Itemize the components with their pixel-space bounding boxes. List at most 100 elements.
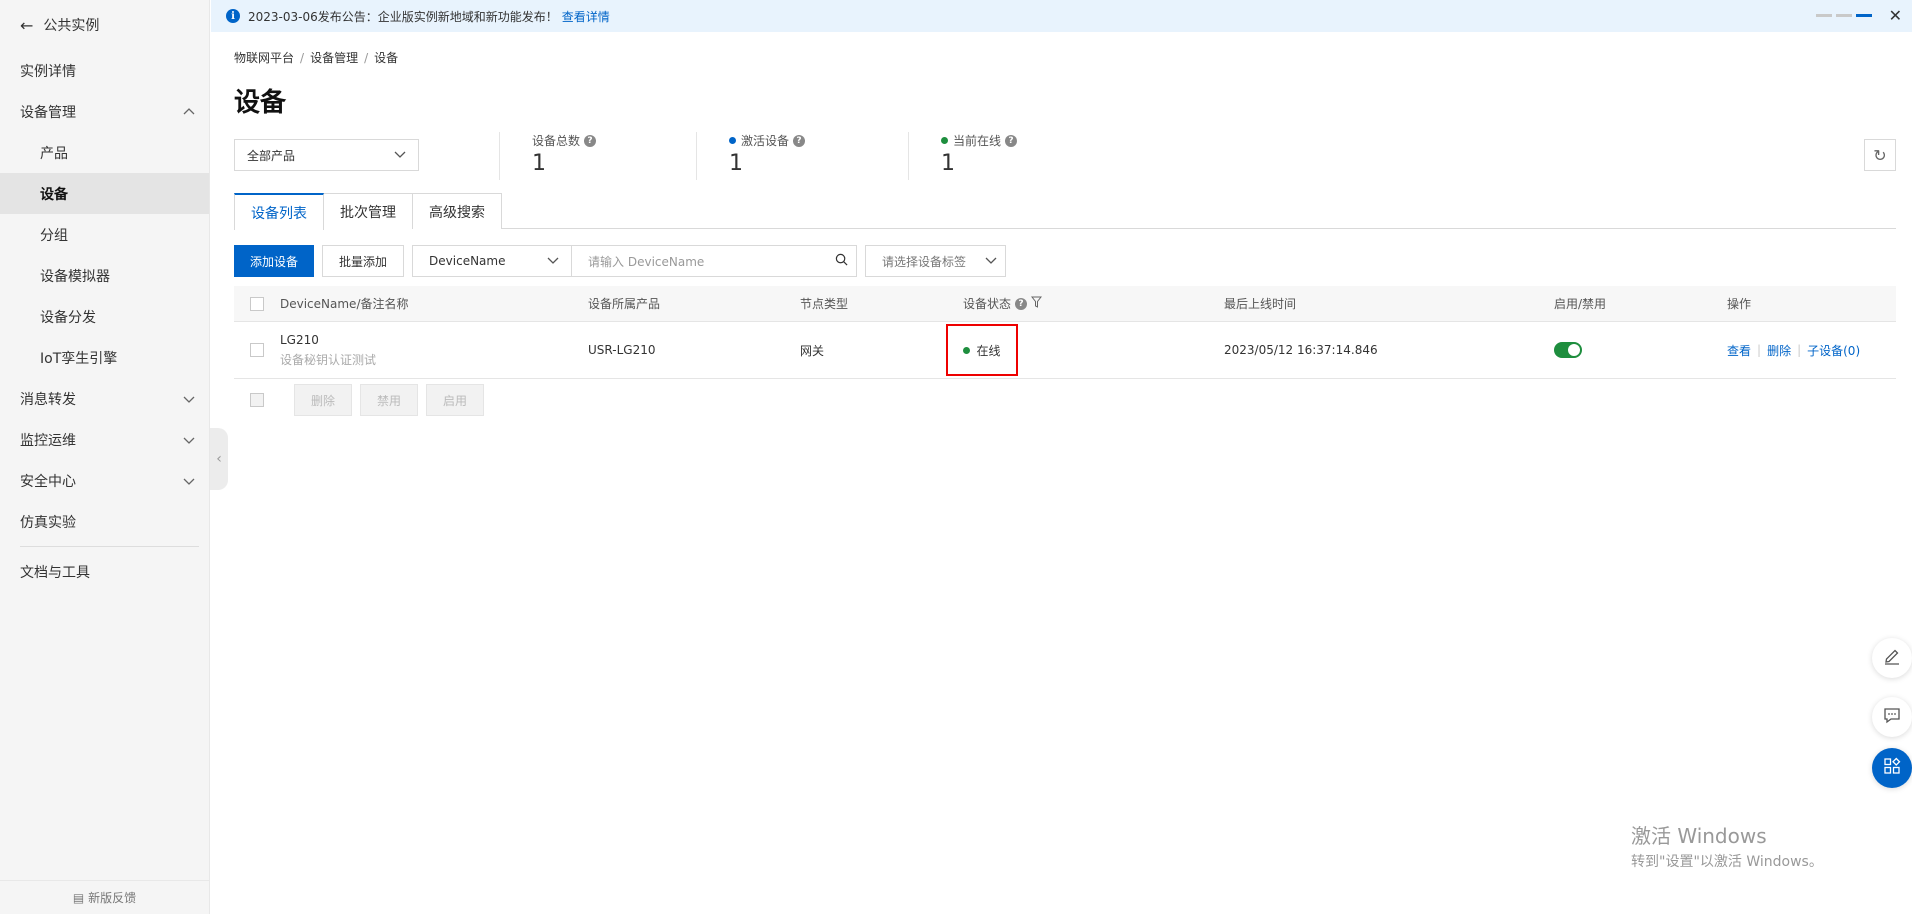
view-link[interactable]: 查看 bbox=[1727, 342, 1751, 359]
tab-device-list[interactable]: 设备列表 bbox=[234, 193, 324, 230]
bulk-actions: 删除 禁用 启用 bbox=[234, 384, 492, 416]
search-placeholder: 请输入 DeviceName bbox=[588, 254, 705, 269]
device-tag-select[interactable]: 请选择设备标签 bbox=[865, 245, 1007, 277]
sidebar-item-label: 监控运维 bbox=[20, 432, 76, 449]
status-badge: 在线 bbox=[976, 343, 1001, 358]
device-note: 设备秘钥认证测试 bbox=[280, 352, 377, 367]
sidebar-item-monitoring-ops[interactable]: 监控运维 bbox=[0, 419, 209, 460]
bulk-disable-button[interactable]: 禁用 bbox=[360, 384, 419, 416]
chevron-down-icon bbox=[547, 254, 559, 269]
search-input[interactable]: 请输入 DeviceName bbox=[572, 245, 858, 277]
col-status: 设备状态 ? bbox=[963, 286, 1043, 321]
chevron-down-icon bbox=[179, 389, 199, 409]
bulk-enable-button[interactable]: 启用 bbox=[426, 384, 485, 416]
tab-advanced-search[interactable]: 高级搜索 bbox=[412, 193, 502, 229]
feedback-label: 新版反馈 bbox=[88, 891, 137, 905]
col-product: 设备所属产品 bbox=[588, 297, 661, 311]
sidebar-item-groups[interactable]: 分组 bbox=[0, 214, 209, 255]
sidebar-item-products[interactable]: 产品 bbox=[0, 132, 209, 173]
sidebar: ← 公共实例 实例详情 设备管理 产品 设备 分组 设备模拟器 设备分发 IoT… bbox=[0, 0, 210, 914]
row-checkbox[interactable] bbox=[250, 343, 264, 357]
stat-online-devices: 当前在线? 1 bbox=[908, 132, 1018, 180]
status-highlight-box: 在线 bbox=[946, 324, 1018, 376]
sidebar-item-docs-tools[interactable]: 文档与工具 bbox=[0, 551, 209, 592]
device-name[interactable]: LG210 bbox=[280, 333, 376, 347]
stat-total-devices: 设备总数? 1 bbox=[499, 132, 597, 180]
windows-activation-watermark: 激活 Windows 转到"设置"以激活 Windows。 bbox=[1631, 820, 1823, 871]
breadcrumb-item[interactable]: 设备管理 bbox=[310, 51, 358, 65]
device-product: USR-LG210 bbox=[588, 343, 656, 357]
stat-label: 设备总数 bbox=[532, 134, 581, 148]
filter-icon[interactable] bbox=[1030, 296, 1043, 311]
sidebar-item-simulation-lab[interactable]: 仿真实验 bbox=[0, 501, 209, 542]
col-device-name: DeviceName/备注名称 bbox=[280, 297, 409, 311]
select-all-checkbox[interactable] bbox=[250, 296, 264, 311]
breadcrumb-item[interactable]: 物联网平台 bbox=[234, 51, 294, 65]
sidebar-item-label: 消息转发 bbox=[20, 391, 76, 408]
announcement-pager[interactable] bbox=[1816, 14, 1872, 17]
sidebar-item-iot-twin-engine[interactable]: IoT孪生引擎 bbox=[0, 337, 209, 378]
announcement-link[interactable]: 查看详情 bbox=[562, 8, 610, 25]
chevron-left-icon: ‹ bbox=[216, 451, 222, 467]
apps-icon bbox=[1883, 757, 1901, 779]
sidebar-item-message-forwarding[interactable]: 消息转发 bbox=[0, 378, 209, 419]
sidebar-item-security-center[interactable]: 安全中心 bbox=[0, 460, 209, 501]
bulk-delete-button[interactable]: 删除 bbox=[294, 384, 353, 416]
batch-add-button[interactable]: 批量添加 bbox=[322, 245, 405, 277]
sidebar-item-instance-details[interactable]: 实例详情 bbox=[0, 50, 209, 91]
status-dot bbox=[941, 137, 948, 144]
sidebar-collapse-handle[interactable]: ‹ bbox=[210, 428, 228, 490]
pager-dot-active[interactable] bbox=[1856, 14, 1872, 17]
enable-toggle[interactable] bbox=[1554, 342, 1582, 358]
sidebar-item-label: 设备分发 bbox=[40, 309, 96, 326]
col-actions: 操作 bbox=[1727, 297, 1752, 311]
product-select-value: 全部产品 bbox=[247, 148, 296, 163]
product-select[interactable]: 全部产品 bbox=[234, 139, 419, 171]
chevron-down-icon bbox=[985, 254, 997, 269]
delete-link[interactable]: 删除 bbox=[1767, 342, 1791, 359]
page-title: 设备 bbox=[234, 88, 287, 118]
edit-float-button[interactable] bbox=[1872, 638, 1912, 678]
sidebar-item-device-distribution[interactable]: 设备分发 bbox=[0, 296, 209, 337]
help-icon[interactable]: ? bbox=[584, 134, 597, 147]
watermark-subtitle: 转到"设置"以激活 Windows。 bbox=[1631, 854, 1823, 870]
chevron-down-icon bbox=[179, 430, 199, 450]
help-icon[interactable]: ? bbox=[1015, 297, 1028, 310]
chevron-up-icon bbox=[179, 102, 199, 122]
announcement-bar: i 2023-03-06发布公告：企业版实例新地域和新功能发布！ 查看详情 ✕ bbox=[211, 0, 1912, 32]
sidebar-item-device-management[interactable]: 设备管理 bbox=[0, 91, 209, 132]
bulk-select-checkbox[interactable] bbox=[250, 393, 264, 407]
apps-float-button[interactable] bbox=[1872, 748, 1912, 788]
search-icon[interactable] bbox=[835, 253, 848, 269]
sidebar-item-label: 安全中心 bbox=[20, 473, 76, 490]
pager-dot[interactable] bbox=[1816, 14, 1832, 17]
table-header: DeviceName/备注名称 设备所属产品 节点类型 设备状态 ? 最后上线时… bbox=[234, 286, 1896, 322]
pencil-icon bbox=[1883, 647, 1901, 669]
refresh-button[interactable]: ↻ bbox=[1864, 139, 1896, 171]
close-icon[interactable]: ✕ bbox=[1889, 6, 1902, 25]
tab-bar: 设备列表 批次管理 高级搜索 bbox=[234, 193, 1896, 230]
back-to-instances[interactable]: ← 公共实例 bbox=[0, 0, 209, 50]
sidebar-item-device-simulator[interactable]: 设备模拟器 bbox=[0, 255, 209, 296]
sidebar-item-label: 设备模拟器 bbox=[40, 268, 110, 285]
chat-icon bbox=[1883, 706, 1901, 728]
help-icon[interactable]: ? bbox=[793, 134, 806, 147]
device-last-online: 2023/05/12 16:37:14.846 bbox=[1224, 343, 1378, 357]
stat-label: 当前在线 bbox=[953, 134, 1002, 148]
info-icon: i bbox=[226, 9, 240, 23]
col-node-type: 节点类型 bbox=[800, 297, 849, 311]
feedback-button[interactable]: ▤ 新版反馈 bbox=[0, 880, 209, 914]
chat-float-button[interactable] bbox=[1872, 697, 1912, 737]
col-last-online: 最后上线时间 bbox=[1224, 297, 1297, 311]
search-field-select[interactable]: DeviceName bbox=[412, 245, 573, 277]
col-enable-disable: 启用/禁用 bbox=[1554, 297, 1607, 311]
sidebar-item-devices[interactable]: 设备 bbox=[0, 173, 209, 214]
help-icon[interactable]: ? bbox=[1005, 134, 1018, 147]
add-device-button[interactable]: 添加设备 bbox=[234, 245, 315, 277]
chevron-down-icon bbox=[394, 148, 406, 163]
tab-batch-management[interactable]: 批次管理 bbox=[323, 193, 413, 229]
sub-devices-link[interactable]: 子设备(0) bbox=[1807, 342, 1860, 359]
stat-activated-devices: 激活设备? 1 bbox=[696, 132, 806, 180]
pager-dot[interactable] bbox=[1836, 14, 1852, 17]
announcement-text: 2023-03-06发布公告：企业版实例新地域和新功能发布！ bbox=[248, 9, 558, 24]
